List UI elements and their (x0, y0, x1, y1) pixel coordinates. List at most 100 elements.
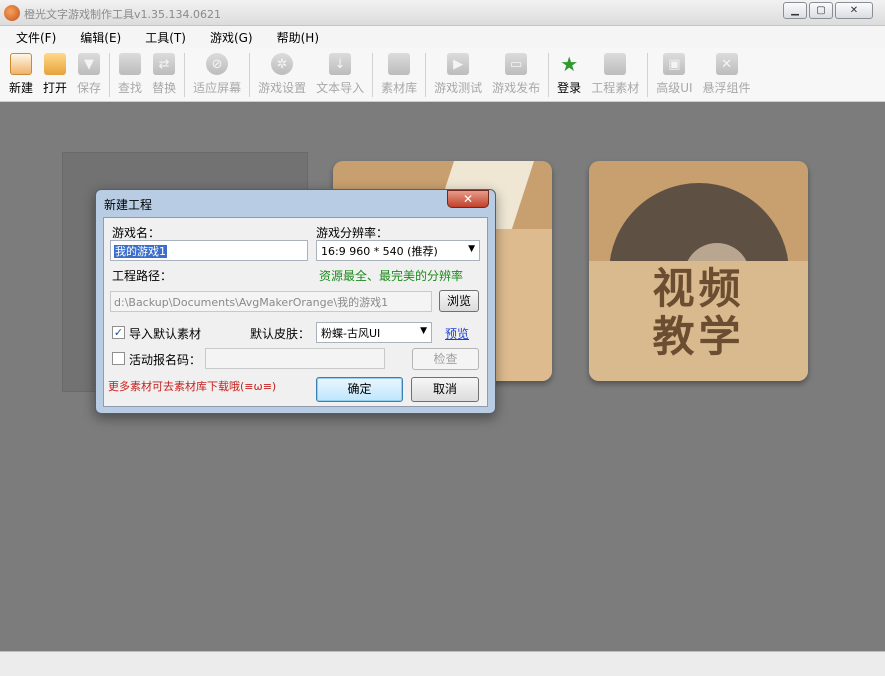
window-controls: ▁ ▢ ✕ (783, 2, 873, 19)
asset-library-button[interactable]: 素材库 (376, 48, 422, 100)
new-button[interactable]: 新建 (4, 48, 38, 100)
project-assets-icon (604, 53, 627, 75)
more-assets-notice: 更多素材可去素材库下载哦(≡ω≡) (108, 380, 277, 393)
advanced-ui-label: 高级UI (656, 81, 693, 95)
game-settings-label: 游戏设置 (258, 81, 307, 95)
preview-link[interactable]: 预览 (445, 325, 469, 342)
minimize-button[interactable]: ▁ (783, 2, 807, 19)
skin-select[interactable]: 粉蝶-古风UI ▼ (316, 322, 432, 343)
dialog-body: 游戏名： 我的游戏1 游戏分辨率： 16:9 960 * 540 (推荐) ▼ … (103, 217, 488, 407)
project-assets-button[interactable]: 工程素材 (586, 48, 644, 100)
toolbar-separator (184, 53, 186, 97)
open-label: 打开 (43, 81, 68, 95)
text-import-label: 文本导入 (316, 81, 365, 95)
find-label: 查找 (118, 81, 143, 95)
video-card-label: 视频 教学 (589, 265, 808, 361)
resolution-select[interactable]: 16:9 960 * 540 (推荐) ▼ (316, 240, 480, 261)
browse-button[interactable]: 浏览 (439, 290, 479, 312)
save-label: 保存 (77, 81, 102, 95)
new-label: 新建 (9, 81, 34, 95)
game-settings-button[interactable]: ✲ 游戏设置 (253, 48, 311, 100)
check-button[interactable]: 检查 (412, 348, 479, 370)
game-name-label: 游戏名： (112, 226, 161, 240)
new-file-icon (10, 53, 32, 75)
project-assets-label: 工程素材 (591, 81, 640, 95)
dialog-title: 新建工程 (104, 198, 153, 212)
resolution-hint: 资源最全、最完美的分辨率 (319, 269, 464, 283)
publish-icon: ▭ (505, 53, 528, 75)
cancel-button[interactable]: 取消 (411, 377, 479, 402)
skin-label: 默认皮肤： (250, 327, 311, 341)
new-project-dialog: 新建工程 ✕ 游戏名： 我的游戏1 游戏分辨率： 16:9 960 * 540 … (95, 189, 496, 414)
game-test-label: 游戏测试 (434, 81, 483, 95)
hover-component-button[interactable]: ✕ 悬浮组件 (698, 48, 756, 100)
event-code-label: 活动报名码： (129, 353, 202, 367)
import-default-label: 导入默认素材 (129, 327, 202, 341)
find-button[interactable]: 查找 (113, 48, 147, 100)
resolution-label: 游戏分辨率： (316, 226, 389, 240)
replace-icon: ⇄ (153, 53, 176, 75)
maximize-icon: ▢ (816, 5, 826, 16)
maximize-button[interactable]: ▢ (809, 2, 833, 19)
video-card-line1: 视频 (652, 264, 745, 313)
project-path-field[interactable]: d:\Backup\Documents\AvgMakerOrange\我的游戏1 (110, 291, 432, 312)
save-button[interactable]: ▼ 保存 (72, 48, 106, 100)
play-icon: ▶ (447, 53, 470, 75)
game-publish-button[interactable]: ▭ 游戏发布 (487, 48, 545, 100)
find-icon (119, 53, 142, 75)
window-titlebar: 橙光文字游戏制作工具v1.35.134.0621 ▁ ▢ ✕ (0, 0, 885, 26)
ok-button[interactable]: 确定 (316, 377, 403, 402)
chevron-down-icon: ▼ (468, 244, 475, 254)
resolution-value: 16:9 960 * 540 (推荐) (321, 245, 438, 258)
event-code-checkbox[interactable] (112, 352, 125, 365)
toolbar-separator (249, 53, 251, 97)
window-title: 橙光文字游戏制作工具v1.35.134.0621 (24, 8, 221, 21)
game-publish-label: 游戏发布 (492, 81, 541, 95)
menu-help[interactable]: 帮助(H) (269, 26, 327, 48)
ui-window-icon: ▣ (663, 53, 686, 75)
text-import-button[interactable]: ↓ 文本导入 (311, 48, 369, 100)
text-import-icon: ↓ (329, 53, 352, 75)
game-name-input[interactable]: 我的游戏1 (110, 240, 308, 261)
import-default-checkbox[interactable]: ✓ (112, 326, 125, 339)
dialog-close-button[interactable]: ✕ (447, 190, 489, 208)
toolbar-separator (647, 53, 649, 97)
menu-bar: 文件(F) 编辑(E) 工具(T) 游戏(G) 帮助(H) (0, 26, 885, 48)
open-button[interactable]: 打开 (38, 48, 72, 100)
gear-icon: ✲ (271, 53, 294, 75)
replace-button[interactable]: ⇄ 替换 (147, 48, 181, 100)
toolbar: 新建 打开 ▼ 保存 查找 ⇄ 替换 ⊘ 适应屏幕 ✲ 游戏设置 ↓ 文本导入 … (0, 48, 885, 102)
login-label: 登录 (557, 81, 582, 95)
menu-edit[interactable]: 编辑(E) (72, 26, 129, 48)
hover-component-label: 悬浮组件 (702, 81, 751, 95)
minimize-icon: ▁ (791, 5, 799, 16)
menu-game[interactable]: 游戏(G) (202, 26, 261, 48)
close-icon: ✕ (849, 5, 859, 16)
menu-tools[interactable]: 工具(T) (137, 26, 194, 48)
menu-file[interactable]: 文件(F) (8, 26, 64, 48)
library-icon (388, 53, 411, 75)
app-logo-icon (4, 5, 20, 21)
asset-library-label: 素材库 (381, 81, 418, 95)
skin-value: 粉蝶-古风UI (321, 327, 381, 340)
close-window-button[interactable]: ✕ (835, 2, 873, 19)
save-icon: ▼ (78, 53, 101, 75)
chevron-down-icon: ▼ (420, 326, 427, 336)
zoom-fit-icon: ⊘ (206, 53, 229, 75)
toolbar-separator (109, 53, 111, 97)
open-folder-icon (44, 53, 67, 75)
tools-icon: ✕ (715, 53, 738, 75)
toolbar-separator (372, 53, 374, 97)
login-button[interactable]: ★ 登录 (552, 48, 586, 100)
game-test-button[interactable]: ▶ 游戏测试 (429, 48, 487, 100)
toolbar-separator (425, 53, 427, 97)
fit-screen-button[interactable]: ⊘ 适应屏幕 (188, 48, 246, 100)
video-tutorial-card[interactable]: 视频 教学 (589, 161, 808, 381)
replace-label: 替换 (152, 81, 177, 95)
toolbar-separator (548, 53, 550, 97)
close-icon: ✕ (462, 192, 474, 206)
video-card-line2: 教学 (652, 312, 745, 361)
star-icon: ★ (560, 52, 579, 76)
advanced-ui-button[interactable]: ▣ 高级UI (651, 48, 697, 100)
event-code-input[interactable] (205, 348, 385, 369)
